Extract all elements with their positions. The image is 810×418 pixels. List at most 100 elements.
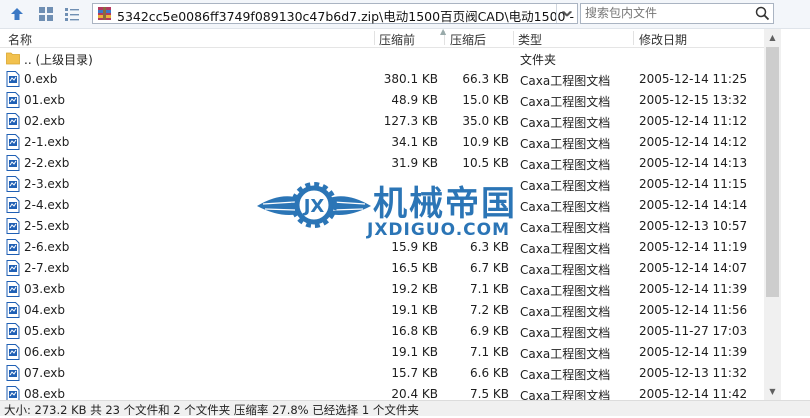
vertical-scrollbar[interactable]: ▲ ▼	[764, 29, 781, 400]
file-name: 06.exb	[24, 345, 65, 359]
file-row[interactable]: 01.exb 48.9 KB 15.0 KB Caxa工程图文档 2005-12-15 …	[0, 90, 764, 111]
column-packed[interactable]: 压缩后	[450, 31, 486, 48]
file-row[interactable]: 2-5.exb Caxa工程图文档 2005-12-13 10:57	[0, 216, 764, 237]
file-packed-size: 6.6 KB	[470, 366, 509, 380]
file-type: Caxa工程图文档	[520, 200, 611, 214]
file-icon	[6, 260, 20, 276]
file-row[interactable]: 04.exb 19.1 KB 7.2 KB Caxa工程图文档 2005-12-14 1…	[0, 300, 764, 321]
toolbar: 5342cc5e0086ff3749f089130c47b6d7.zip\电动1…	[0, 0, 810, 29]
scroll-up-icon[interactable]: ▲	[764, 29, 781, 46]
file-type: Caxa工程图文档	[520, 137, 611, 151]
file-row[interactable]: 2-6.exb 15.9 KB 6.3 KB Caxa工程图文档 2005-12-14 …	[0, 237, 764, 258]
file-name: 08.exb	[24, 387, 65, 400]
address-path: 5342cc5e0086ff3749f089130c47b6d7.zip\电动1…	[117, 9, 566, 24]
status-bar: 大小: 273.2 KB 共 23 个文件和 2 个文件夹 压缩率 27.8% …	[0, 400, 810, 417]
file-row[interactable]: 2-2.exb 31.9 KB 10.5 KB Caxa工程图文档 2005-12-14…	[0, 153, 764, 174]
file-icon	[6, 239, 20, 255]
file-type: Caxa工程图文档	[520, 242, 611, 256]
file-compressed-size: 48.9 KB	[391, 93, 438, 107]
column-name[interactable]: 名称	[8, 31, 32, 48]
file-type: Caxa工程图文档	[520, 74, 611, 88]
file-name: .. (上级目录)	[24, 53, 93, 67]
file-icon	[6, 134, 20, 150]
file-row[interactable]: .. (上级目录) 文件夹	[0, 48, 764, 69]
file-name: 02.exb	[24, 114, 65, 128]
scroll-down-icon[interactable]: ▼	[764, 383, 781, 400]
window-edge	[781, 29, 810, 400]
file-row[interactable]: 2-4.exb Caxa工程图文档 2005-12-14 14:14	[0, 195, 764, 216]
file-type: Caxa工程图文档	[520, 305, 611, 319]
file-compressed-size: 20.4 KB	[391, 387, 438, 400]
file-modified: 2005-12-14 11:12	[639, 114, 748, 128]
address-bar[interactable]: 5342cc5e0086ff3749f089130c47b6d7.zip\电动1…	[92, 3, 578, 24]
sort-arrow-icon: ▲	[440, 27, 447, 36]
file-icon	[6, 176, 20, 192]
file-compressed-size: 16.5 KB	[391, 261, 438, 275]
file-icon	[6, 323, 20, 339]
search-icon[interactable]	[754, 5, 771, 22]
file-compressed-size: 31.9 KB	[391, 156, 438, 170]
up-arrow-icon[interactable]	[7, 4, 27, 24]
file-row[interactable]: 08.exb 20.4 KB 7.5 KB Caxa工程图文档 2005-12-14 1…	[0, 384, 764, 400]
file-row[interactable]: 02.exb 127.3 KB 35.0 KB Caxa工程图文档 2005-12-14…	[0, 111, 764, 132]
file-packed-size: 6.3 KB	[470, 240, 509, 254]
file-compressed-size: 380.1 KB	[383, 72, 438, 86]
file-type: Caxa工程图文档	[520, 284, 611, 298]
file-compressed-size: 15.7 KB	[391, 366, 438, 380]
folder-icon	[6, 50, 20, 66]
file-type: Caxa工程图文档	[520, 179, 611, 193]
column-type[interactable]: 类型	[518, 31, 542, 48]
file-modified: 2005-12-14 11:56	[639, 303, 748, 317]
file-name: 03.exb	[24, 282, 65, 296]
file-type: Caxa工程图文档	[520, 116, 611, 130]
file-row[interactable]: 05.exb 16.8 KB 6.9 KB Caxa工程图文档 2005-11-27 1…	[0, 321, 764, 342]
file-packed-size: 35.0 KB	[462, 114, 509, 128]
scrollbar-thumb[interactable]	[766, 47, 779, 297]
file-type: Caxa工程图文档	[520, 326, 611, 340]
file-packed-size: 6.9 KB	[470, 324, 509, 338]
search-input[interactable]	[583, 5, 755, 21]
file-row[interactable]: 03.exb 19.2 KB 7.1 KB Caxa工程图文档 2005-12-14 1…	[0, 279, 764, 300]
file-icon	[6, 113, 20, 129]
file-modified: 2005-12-14 11:39	[639, 282, 748, 296]
thumbnail-view-icon[interactable]	[36, 4, 56, 24]
file-modified: 2005-12-14 14:12	[639, 135, 748, 149]
file-modified: 2005-12-14 11:25	[639, 72, 748, 86]
file-row[interactable]: 07.exb 15.7 KB 6.6 KB Caxa工程图文档 2005-12-13 1…	[0, 363, 764, 384]
file-icon	[6, 302, 20, 318]
history-dropdown-button[interactable]	[556, 4, 576, 24]
list-view-icon[interactable]	[62, 4, 82, 24]
file-packed-size: 7.5 KB	[470, 387, 509, 400]
file-modified: 2005-12-14 14:13	[639, 156, 748, 170]
file-row[interactable]: 2-3.exb Caxa工程图文档 2005-12-14 11:15	[0, 174, 764, 195]
file-name: 2-1.exb	[24, 135, 70, 149]
column-modified[interactable]: 修改日期	[639, 31, 687, 48]
file-modified: 2005-12-14 14:07	[639, 261, 748, 275]
file-name: 01.exb	[24, 93, 65, 107]
file-packed-size: 10.9 KB	[462, 135, 509, 149]
file-modified: 2005-12-14 11:42	[639, 387, 748, 400]
file-row[interactable]: 06.exb 19.1 KB 7.1 KB Caxa工程图文档 2005-12-14 1…	[0, 342, 764, 363]
file-name: 2-6.exb	[24, 240, 70, 254]
file-compressed-size: 19.1 KB	[391, 303, 438, 317]
file-type: Caxa工程图文档	[520, 368, 611, 382]
file-compressed-size: 19.1 KB	[391, 345, 438, 359]
file-compressed-size: 127.3 KB	[383, 114, 438, 128]
file-type: Caxa工程图文档	[520, 95, 611, 109]
file-packed-size: 7.1 KB	[470, 345, 509, 359]
file-type: Caxa工程图文档	[520, 221, 611, 235]
file-modified: 2005-12-13 10:57	[639, 219, 748, 233]
column-compressed[interactable]: 压缩前	[379, 31, 415, 48]
file-name: 04.exb	[24, 303, 65, 317]
file-icon	[6, 218, 20, 234]
file-row[interactable]: 2-1.exb 34.1 KB 10.9 KB Caxa工程图文档 2005-12-14…	[0, 132, 764, 153]
file-row[interactable]: 0.exb 380.1 KB 66.3 KB Caxa工程图文档 2005-12-14 …	[0, 69, 764, 90]
file-icon	[6, 197, 20, 213]
file-list: .. (上级目录) 文件夹 0.exb 380.1 KB 66.3 KB Caxa工程图文…	[0, 48, 764, 400]
file-name: 2-5.exb	[24, 219, 70, 233]
file-packed-size: 6.7 KB	[470, 261, 509, 275]
file-row[interactable]: 2-7.exb 16.5 KB 6.7 KB Caxa工程图文档 2005-12-14 …	[0, 258, 764, 279]
column-header: 名称 压缩前 ▲ 压缩后 类型 修改日期	[0, 27, 780, 48]
search-box[interactable]	[580, 3, 774, 24]
file-type: 文件夹	[520, 53, 557, 67]
